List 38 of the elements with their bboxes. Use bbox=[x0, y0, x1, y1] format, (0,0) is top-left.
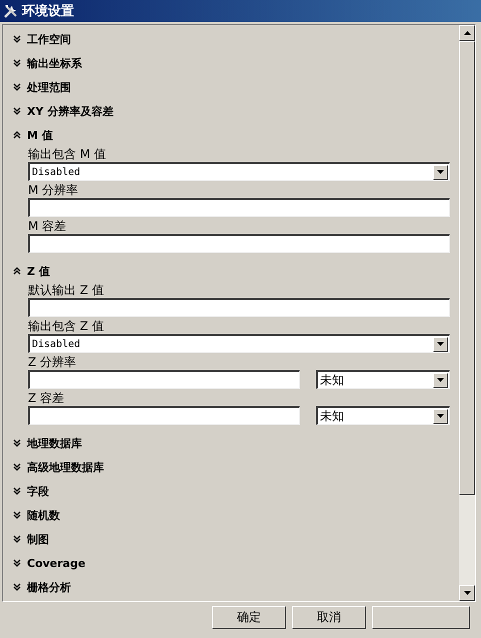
field-label: 输出包含 Z 值 bbox=[28, 319, 105, 334]
section-header[interactable]: 地理数据库 bbox=[11, 431, 82, 455]
scrollbar[interactable] bbox=[459, 25, 475, 601]
field-label: Z 分辨率 bbox=[28, 355, 78, 370]
dialog-button[interactable]: 确定 bbox=[212, 606, 286, 629]
section-header[interactable]: 输出坐标系 bbox=[11, 51, 82, 75]
unit-dropdown[interactable]: 未知 bbox=[316, 370, 450, 389]
dialog-button[interactable]: 取消 bbox=[292, 606, 366, 629]
tools-icon bbox=[3, 3, 19, 19]
section-header[interactable]: 处理范围 bbox=[11, 75, 71, 99]
dialog-button[interactable] bbox=[372, 606, 470, 629]
input-field[interactable] bbox=[28, 198, 450, 217]
input-field[interactable] bbox=[28, 370, 300, 389]
field-label: M 分辨率 bbox=[28, 183, 80, 198]
section-header[interactable]: Coverage bbox=[11, 551, 86, 575]
scroll-up-icon[interactable] bbox=[459, 25, 475, 41]
field-label: 默认输出 Z 值 bbox=[28, 283, 105, 298]
input-field[interactable] bbox=[28, 406, 300, 425]
dropdown[interactable]: Disabled bbox=[28, 334, 450, 353]
section-header[interactable]: 栅格分析 bbox=[11, 575, 71, 599]
field-label: M 容差 bbox=[28, 219, 68, 234]
window-title: 环境设置 bbox=[22, 2, 74, 20]
section-header[interactable]: 随机数 bbox=[11, 503, 60, 527]
field-label: Z 容差 bbox=[28, 391, 66, 406]
section-header[interactable]: M 值 bbox=[11, 123, 53, 147]
section-header[interactable]: Z 值 bbox=[11, 259, 50, 283]
field-label: 输出包含 M 值 bbox=[28, 147, 107, 162]
dropdown[interactable]: Disabled bbox=[28, 162, 450, 181]
scroll-down-icon[interactable] bbox=[459, 585, 475, 601]
section-header[interactable]: XY 分辨率及容差 bbox=[11, 99, 114, 123]
scroll-thumb[interactable] bbox=[459, 41, 475, 495]
section-header[interactable]: 高级地理数据库 bbox=[11, 455, 104, 479]
input-field[interactable] bbox=[28, 298, 450, 317]
section-header[interactable]: 制图 bbox=[11, 527, 49, 551]
section-header[interactable]: 字段 bbox=[11, 479, 49, 503]
unit-dropdown[interactable]: 未知 bbox=[316, 406, 450, 425]
section-header[interactable]: 工作空间 bbox=[11, 27, 71, 51]
input-field[interactable] bbox=[28, 234, 450, 253]
